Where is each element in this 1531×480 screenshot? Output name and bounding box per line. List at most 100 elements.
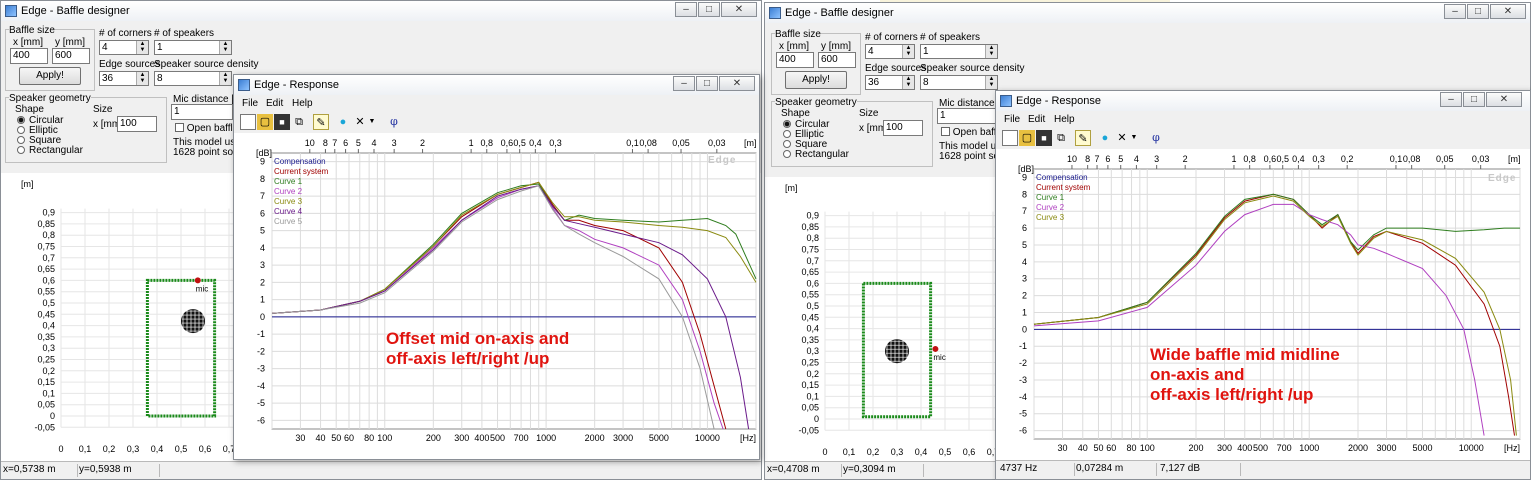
baffle-3d-icon[interactable]: ●	[335, 114, 351, 130]
hz-tick-label: 80	[364, 433, 374, 443]
stepper-arrows-icon[interactable]: ▲ ▼	[136, 41, 148, 54]
edge-sources-stepper[interactable]: 36 ▲ ▼	[865, 75, 915, 90]
close-icon[interactable]: ✕	[1486, 92, 1522, 107]
stepper-arrows-icon[interactable]: ▲ ▼	[219, 72, 231, 85]
stepper-arrows-icon[interactable]: ▲ ▼	[985, 45, 997, 58]
open-baffle-checkbox[interactable]: Open baffle	[175, 123, 238, 134]
hz-tick-label: 50	[331, 433, 341, 443]
shape-rectangular-radio[interactable]: Rectangular	[783, 149, 849, 160]
phase-icon[interactable]: φ	[1148, 130, 1164, 146]
m-tick-label: 2	[420, 138, 425, 148]
draw-curve-icon[interactable]: ✎	[1075, 130, 1091, 146]
maximize-icon[interactable]: □	[696, 76, 718, 91]
save-icon[interactable]: ■	[274, 114, 290, 130]
menu-file[interactable]: File	[1004, 114, 1020, 125]
y-tick-label: 0,3	[42, 343, 55, 353]
right-legend: Compensation Current system Curve 1 Curv…	[1036, 173, 1090, 223]
size-input[interactable]: 100	[117, 116, 157, 132]
legend-curve-3: Curve 3	[274, 197, 303, 206]
m-tick-label: 0,3	[549, 138, 562, 148]
maximize-icon[interactable]: □	[1463, 92, 1485, 107]
left-designer-titlebar: Edge - Baffle designer – □ ✕	[1, 1, 761, 21]
size-input[interactable]: 100	[883, 120, 923, 136]
density-stepper[interactable]: 8 ▲ ▼	[920, 75, 998, 90]
y-tick-label: 0	[50, 411, 55, 421]
shape-label: Shape	[15, 104, 44, 115]
speakers-stepper[interactable]: 1 ▲ ▼	[154, 40, 232, 55]
delete-curve-icon[interactable]: ✕	[352, 114, 368, 130]
window-controls: – □ ✕	[1439, 92, 1522, 107]
menu-help[interactable]: Help	[1054, 114, 1075, 125]
open-folder-icon[interactable]: ▢	[257, 114, 273, 130]
m-tick-label: 0,5	[513, 138, 526, 148]
apply-button[interactable]: Apply!	[785, 71, 847, 89]
hz-tick-label: 200	[1188, 443, 1203, 453]
new-file-icon[interactable]	[1002, 130, 1018, 146]
m-tick-label: 3	[1154, 154, 1159, 164]
stepper-arrows-icon[interactable]: ▲ ▼	[136, 72, 148, 85]
db-tick-label: 0	[260, 312, 265, 322]
save-icon[interactable]: ■	[1036, 130, 1052, 146]
baffle-x-input[interactable]: 400	[10, 48, 48, 64]
corners-stepper[interactable]: 4 ▲ ▼	[99, 40, 149, 55]
y-tick-label: 0,3	[806, 346, 819, 356]
baffle-3d-icon[interactable]: ●	[1097, 130, 1113, 146]
y-tick-label: 0,55	[37, 287, 55, 297]
stepper-arrows-icon[interactable]: ▲ ▼	[902, 76, 914, 89]
edge-sources-stepper[interactable]: 36 ▲ ▼	[99, 71, 149, 86]
maximize-icon[interactable]: □	[1467, 4, 1489, 19]
open-folder-icon[interactable]: ▢	[1019, 130, 1035, 146]
checkbox-icon[interactable]	[941, 127, 950, 136]
copy-icon[interactable]: ⧉	[1053, 130, 1069, 146]
baffle-y-input[interactable]: 600	[52, 48, 90, 64]
db-tick-label: -1	[1019, 341, 1027, 351]
corners-stepper[interactable]: 4 ▲ ▼	[865, 44, 915, 59]
shape-rectangular-radio[interactable]: Rectangular	[17, 145, 83, 156]
apply-button[interactable]: Apply!	[19, 67, 81, 85]
copy-icon[interactable]: ⧉	[291, 114, 307, 130]
baffle-x-input[interactable]: 400	[776, 52, 814, 68]
mic-distance-input[interactable]: 1	[937, 108, 999, 124]
close-icon[interactable]: ✕	[1490, 4, 1526, 19]
close-icon[interactable]: ✕	[719, 76, 755, 91]
dropdown-arrow-icon[interactable]: ▼	[367, 114, 377, 130]
m-tick-label: 0,2	[1341, 154, 1354, 164]
phase-icon[interactable]: φ	[386, 114, 402, 130]
db-tick-label: 6	[260, 208, 265, 218]
window-title: Edge - Response	[1016, 95, 1101, 107]
x-mm-label: x [mm]	[779, 41, 809, 52]
x-tick-label: 0,3	[127, 444, 140, 454]
speakers-stepper[interactable]: 1 ▲ ▼	[920, 44, 998, 59]
delete-curve-icon[interactable]: ✕	[1114, 130, 1130, 146]
menu-edit[interactable]: Edit	[1028, 114, 1045, 125]
speaker-geometry-label: Speaker geometry	[9, 93, 91, 104]
left-response-plot[interactable]: 9 8 7 6 5 4 3 2 1 0 -1 -2 -3 -4 -5 -6 [dB] 30 40 50 60 80 100 2…	[234, 133, 759, 459]
window-controls: – □ ✕	[1443, 4, 1526, 19]
minimize-icon[interactable]: –	[673, 76, 695, 91]
draw-curve-icon[interactable]: ✎	[313, 114, 329, 130]
maximize-icon[interactable]: □	[698, 2, 720, 17]
minimize-icon[interactable]: –	[1440, 92, 1462, 107]
density-stepper[interactable]: 8 ▲ ▼	[154, 71, 232, 86]
hz-unit: [Hz]	[1504, 443, 1520, 453]
minimize-icon[interactable]: –	[675, 2, 697, 17]
dropdown-arrow-icon[interactable]: ▼	[1129, 130, 1139, 146]
menu-help[interactable]: Help	[292, 98, 313, 109]
minimize-icon[interactable]: –	[1444, 4, 1466, 19]
menu-edit[interactable]: Edit	[266, 98, 283, 109]
stepper-arrows-icon[interactable]: ▲ ▼	[219, 41, 231, 54]
stepper-arrows-icon[interactable]: ▲ ▼	[985, 76, 997, 89]
checkbox-icon[interactable]	[175, 123, 184, 132]
speaker-source	[885, 339, 909, 364]
menu-file[interactable]: File	[242, 98, 258, 109]
menubar: File Edit Help	[996, 112, 1530, 128]
legend-compensation: Compensation	[274, 157, 326, 166]
stepper-arrows-icon[interactable]: ▲ ▼	[902, 45, 914, 58]
mic-distance-input[interactable]: 1	[171, 104, 233, 120]
legend-curve-1: Curve 1	[274, 177, 303, 186]
baffle-y-input[interactable]: 600	[818, 52, 856, 68]
right-response-plot[interactable]: 9 8 7 6 5 4 3 2 1 0 -1 -2 -3 -4 -5 -6 [dB] 30 40 50 60 80 100 2…	[996, 149, 1530, 461]
db-tick-label: -3	[257, 364, 265, 374]
close-icon[interactable]: ✕	[721, 2, 757, 17]
new-file-icon[interactable]	[240, 114, 256, 130]
